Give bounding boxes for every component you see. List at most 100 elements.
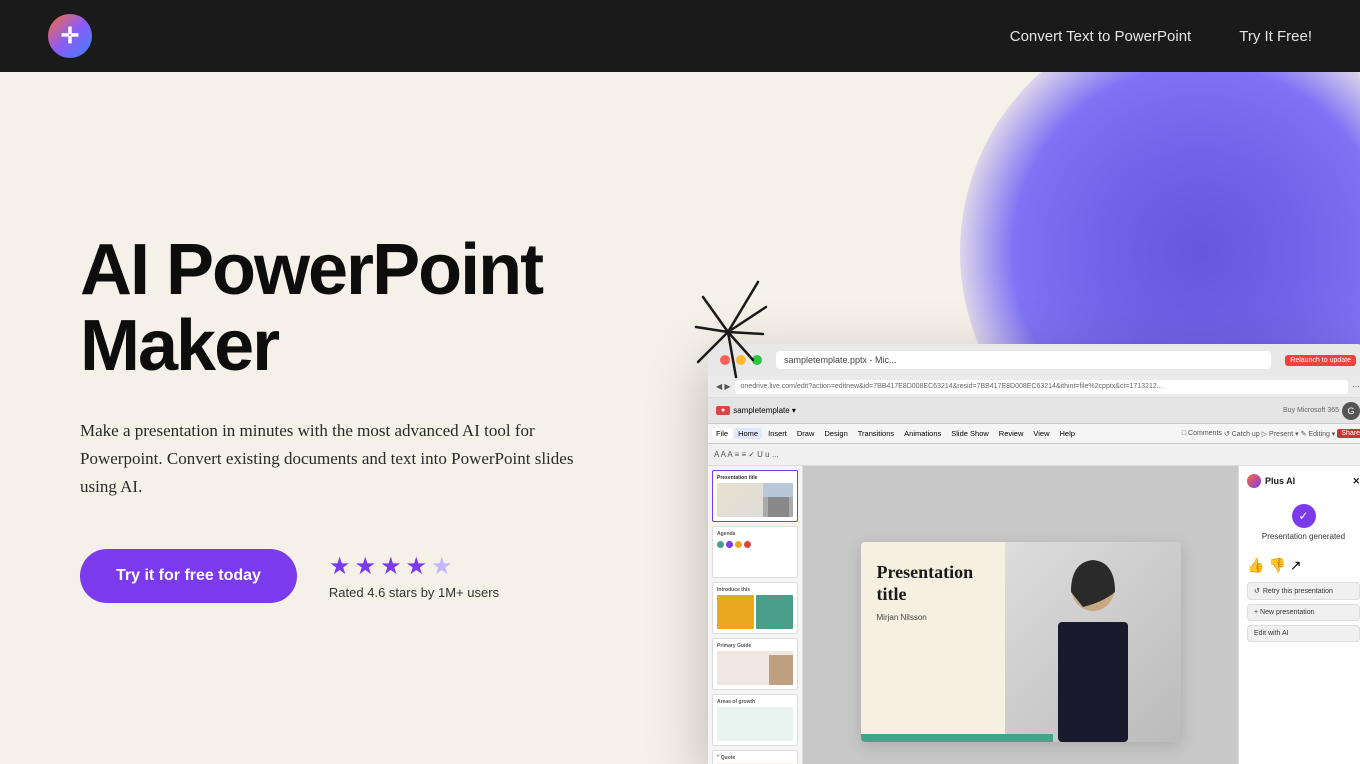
sampletemplate-label[interactable]: sampletemplate ▾ — [733, 406, 796, 415]
star-3: ★ — [380, 552, 402, 581]
circle-3 — [735, 541, 742, 548]
star-4: ★ — [405, 552, 427, 581]
star-2: ★ — [354, 552, 376, 581]
circle-2 — [726, 541, 733, 548]
plus-ai-logo-small — [1247, 474, 1261, 488]
slide-3-yellow — [717, 595, 754, 629]
main-slide-card: Presentation title Mirjan Nilsson — [861, 542, 1181, 742]
slide-4-label: Primary Guide — [717, 643, 793, 649]
menu-draw[interactable]: Draw — [793, 428, 819, 439]
tab-label: sampletemplate.pptx - Mic... — [784, 355, 897, 365]
rating-text: Rated 4.6 stars by 1M+ users — [329, 585, 499, 600]
address-input[interactable]: onedrive.live.com/edit?action=editnew&id… — [735, 380, 1348, 394]
menu-view[interactable]: View — [1029, 428, 1053, 439]
browser-address-bar: ◀ ▶ onedrive.live.com/edit?action=editne… — [708, 376, 1360, 398]
menu-design[interactable]: Design — [820, 428, 851, 439]
slide-1-image — [763, 483, 793, 517]
window-close-dot — [720, 355, 730, 365]
slide-thumb-1[interactable]: Presentation title — [712, 470, 798, 522]
slide-1-preview — [717, 483, 793, 517]
hero-left: AI PowerPoint Maker Make a presentation … — [0, 72, 748, 764]
circle-1 — [717, 541, 724, 548]
menu-home[interactable]: Home — [734, 428, 762, 439]
relaunch-button[interactable]: Relaunch to update — [1285, 355, 1356, 366]
slide-thumb-5[interactable]: Areas of growth — [712, 694, 798, 746]
slides-panel: Presentation title Agenda — [708, 466, 803, 764]
slide-author-name: Mirjan Nilsson — [877, 613, 1005, 622]
menu-animations[interactable]: Animations — [900, 428, 945, 439]
editing-button[interactable]: ✎ Editing ▾ — [1301, 430, 1336, 438]
menu-insert[interactable]: Insert — [764, 428, 791, 439]
ai-status-area: ✓ Presentation generated — [1247, 496, 1360, 557]
circle-4 — [744, 541, 751, 548]
window-minimize-dot — [736, 355, 746, 365]
star-rating: ★ ★ ★ ★ ★ — [329, 552, 499, 581]
slide-main-area: Presentation title Mirjan Nilsson — [803, 466, 1238, 764]
nav-links: Convert Text to PowerPoint Try It Free! — [1010, 28, 1312, 45]
ai-icon-actions: 👍 👎 ↗ — [1247, 557, 1360, 574]
ai-generated-status: Presentation generated — [1247, 532, 1360, 541]
browser-mockup: sampletemplate.pptx - Mic... Relaunch to… — [708, 344, 1360, 764]
ai-thumbs-down[interactable]: 👎 — [1268, 557, 1285, 574]
comments-button[interactable]: □ Comments — [1182, 430, 1222, 437]
ai-thumbs-up[interactable]: 👍 — [1247, 557, 1264, 574]
menu-slideshow[interactable]: Slide Show — [947, 428, 993, 439]
hero-description: Make a presentation in minutes with the … — [80, 417, 600, 501]
slide-4-preview — [717, 651, 793, 685]
share-button[interactable]: Share — [1337, 429, 1360, 438]
ppt-menu-tabs: File Home Insert Draw Design Transitions… — [708, 424, 1360, 444]
menu-help[interactable]: Help — [1056, 428, 1079, 439]
ai-panel-close[interactable]: ✕ — [1352, 476, 1360, 487]
menu-file[interactable]: File — [712, 428, 732, 439]
menu-review[interactable]: Review — [995, 428, 1028, 439]
slide-thumb-3[interactable]: Introduce this — [712, 582, 798, 634]
slide-3-green — [756, 595, 793, 629]
ai-retry-button[interactable]: ↺ Retry this presentation — [1247, 582, 1360, 600]
logo[interactable]: ✛ — [48, 14, 92, 58]
browser-url-bar[interactable]: sampletemplate.pptx - Mic... — [776, 351, 1271, 369]
edit-label: Edit with AI — [1254, 630, 1289, 637]
ppt-ribbon: ● sampletemplate ▾ Buy Microsoft 365 G — [708, 398, 1360, 424]
retry-icon: ↺ — [1254, 587, 1260, 595]
star-5-half: ★ — [431, 552, 453, 581]
browser-titlebar: sampletemplate.pptx - Mic... Relaunch to… — [708, 344, 1360, 376]
user-avatar[interactable]: G — [1342, 402, 1360, 420]
nav-try-link[interactable]: Try It Free! — [1239, 28, 1312, 45]
slide-6-label: " Quote — [717, 755, 793, 761]
slide-5-preview — [717, 707, 793, 741]
hero-right: sampletemplate.pptx - Mic... Relaunch to… — [748, 72, 1360, 764]
hero-actions: Try it for free today ★ ★ ★ ★ ★ Rated 4.… — [80, 549, 748, 603]
catch-up-button[interactable]: ↺ Catch up — [1224, 430, 1260, 438]
ai-share[interactable]: ↗ — [1290, 557, 1302, 574]
slide-thumb-6[interactable]: " Quote — [712, 750, 798, 764]
try-free-button[interactable]: Try it for free today — [80, 549, 297, 603]
menu-transitions[interactable]: Transitions — [854, 428, 898, 439]
ai-new-button[interactable]: + New presentation — [1247, 604, 1360, 621]
buy-microsoft-link[interactable]: Buy Microsoft 365 — [1283, 407, 1339, 414]
slide-3-preview — [717, 595, 793, 629]
window-maximize-dot — [752, 355, 762, 365]
slide-person-photo — [1005, 542, 1181, 742]
slide-2-label: Agenda — [717, 531, 793, 537]
ppt-app: ● sampletemplate ▾ Buy Microsoft 365 G F… — [708, 398, 1360, 764]
slide-1-img-top — [763, 483, 793, 497]
ppt-body: Presentation title Agenda — [708, 466, 1360, 764]
person-svg — [1005, 542, 1181, 742]
slide-thumb-4[interactable]: Primary Guide — [712, 638, 798, 690]
star-1: ★ — [329, 552, 351, 581]
hero-section: AI PowerPoint Maker Make a presentation … — [0, 72, 1360, 764]
formatting-toolbar: A A A ≡ ≡ ✓ U u ... — [708, 444, 1360, 466]
slide-2-circles — [717, 541, 793, 548]
plus-ai-ribbon-button[interactable]: ● — [716, 406, 730, 415]
hero-title: AI PowerPoint Maker — [80, 233, 640, 384]
ai-edit-button[interactable]: Edit with AI — [1247, 625, 1360, 642]
slide-1-img-person — [768, 497, 789, 517]
slide-3-label: Introduce this — [717, 587, 793, 593]
slide-5-label: Areas of growth — [717, 699, 793, 705]
nav-convert-link[interactable]: Convert Text to PowerPoint — [1010, 28, 1191, 45]
retry-label: Retry this presentation — [1263, 588, 1333, 595]
slide-thumb-2[interactable]: Agenda — [712, 526, 798, 578]
present-button[interactable]: ▷ Present ▾ — [1262, 430, 1299, 438]
slide-main-title: Presentation title — [877, 562, 1005, 605]
ai-check-icon: ✓ — [1292, 504, 1316, 528]
